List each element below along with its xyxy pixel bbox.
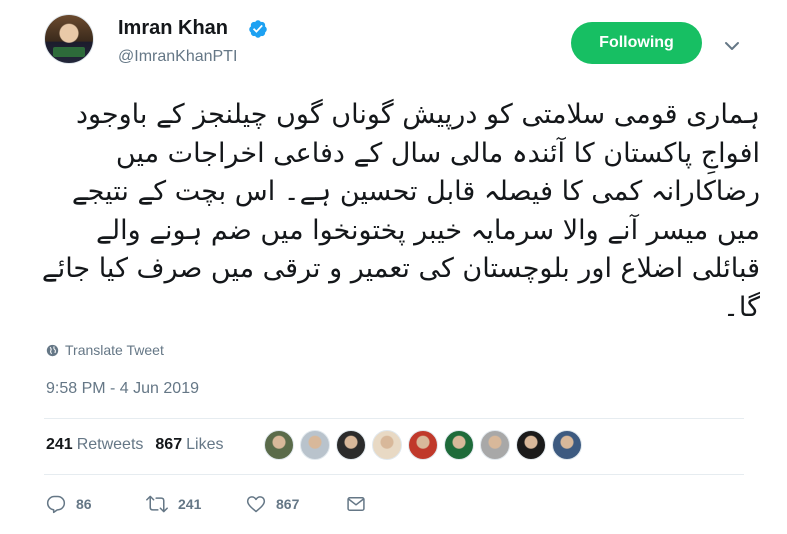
avatar-desk <box>53 47 85 57</box>
liker-avatar[interactable] <box>408 430 438 460</box>
retweets-label: Retweets <box>76 436 144 453</box>
heart-icon <box>246 496 266 513</box>
tweet-actions: 86 241 867 <box>46 494 386 514</box>
direct-message-button[interactable] <box>346 494 386 514</box>
author-handle[interactable]: @ImranKhanPTI <box>118 48 237 66</box>
translate-label: Translate Tweet <box>65 342 164 358</box>
tweet-timestamp[interactable]: 9:58 PM - 4 Jun 2019 <box>46 380 199 398</box>
likes-label: Likes <box>186 436 224 453</box>
divider <box>44 474 744 475</box>
liker-avatar[interactable] <box>552 430 582 460</box>
likes-stat[interactable]: 867 Likes <box>155 436 223 454</box>
reply-count: 86 <box>76 496 92 512</box>
translate-tweet-link[interactable]: Translate Tweet <box>46 342 164 358</box>
reply-icon <box>46 495 66 514</box>
envelope-icon <box>347 497 365 511</box>
chevron-down-icon[interactable] <box>722 36 742 56</box>
liker-avatar[interactable] <box>300 430 330 460</box>
retweet-icon <box>146 495 168 513</box>
tweet-stats: 241 Retweets 867 Likes <box>46 436 223 454</box>
like-count: 867 <box>276 496 300 512</box>
retweets-stat[interactable]: 241 Retweets <box>46 436 143 454</box>
author-name[interactable]: Imran Khan <box>118 17 228 40</box>
liker-avatar[interactable] <box>336 430 366 460</box>
reply-button[interactable]: 86 <box>46 494 146 514</box>
liker-avatars <box>264 430 582 460</box>
liker-avatar[interactable] <box>372 430 402 460</box>
retweets-count: 241 <box>46 436 73 453</box>
retweet-count: 241 <box>178 496 202 512</box>
author-avatar[interactable] <box>44 14 94 64</box>
liker-avatar[interactable] <box>480 430 510 460</box>
likes-count: 867 <box>155 436 183 453</box>
divider <box>44 418 744 419</box>
tweet-text: ہماری قومی سلامتی کو درپیش گوناں گوں چیل… <box>41 99 760 323</box>
like-button[interactable]: 867 <box>246 494 346 514</box>
retweet-button[interactable]: 241 <box>146 494 246 514</box>
liker-avatar[interactable] <box>444 430 474 460</box>
liker-avatar[interactable] <box>516 430 546 460</box>
globe-icon <box>46 344 59 356</box>
following-button[interactable]: Following <box>571 22 702 64</box>
verified-badge-icon <box>249 20 267 38</box>
liker-avatar[interactable] <box>264 430 294 460</box>
